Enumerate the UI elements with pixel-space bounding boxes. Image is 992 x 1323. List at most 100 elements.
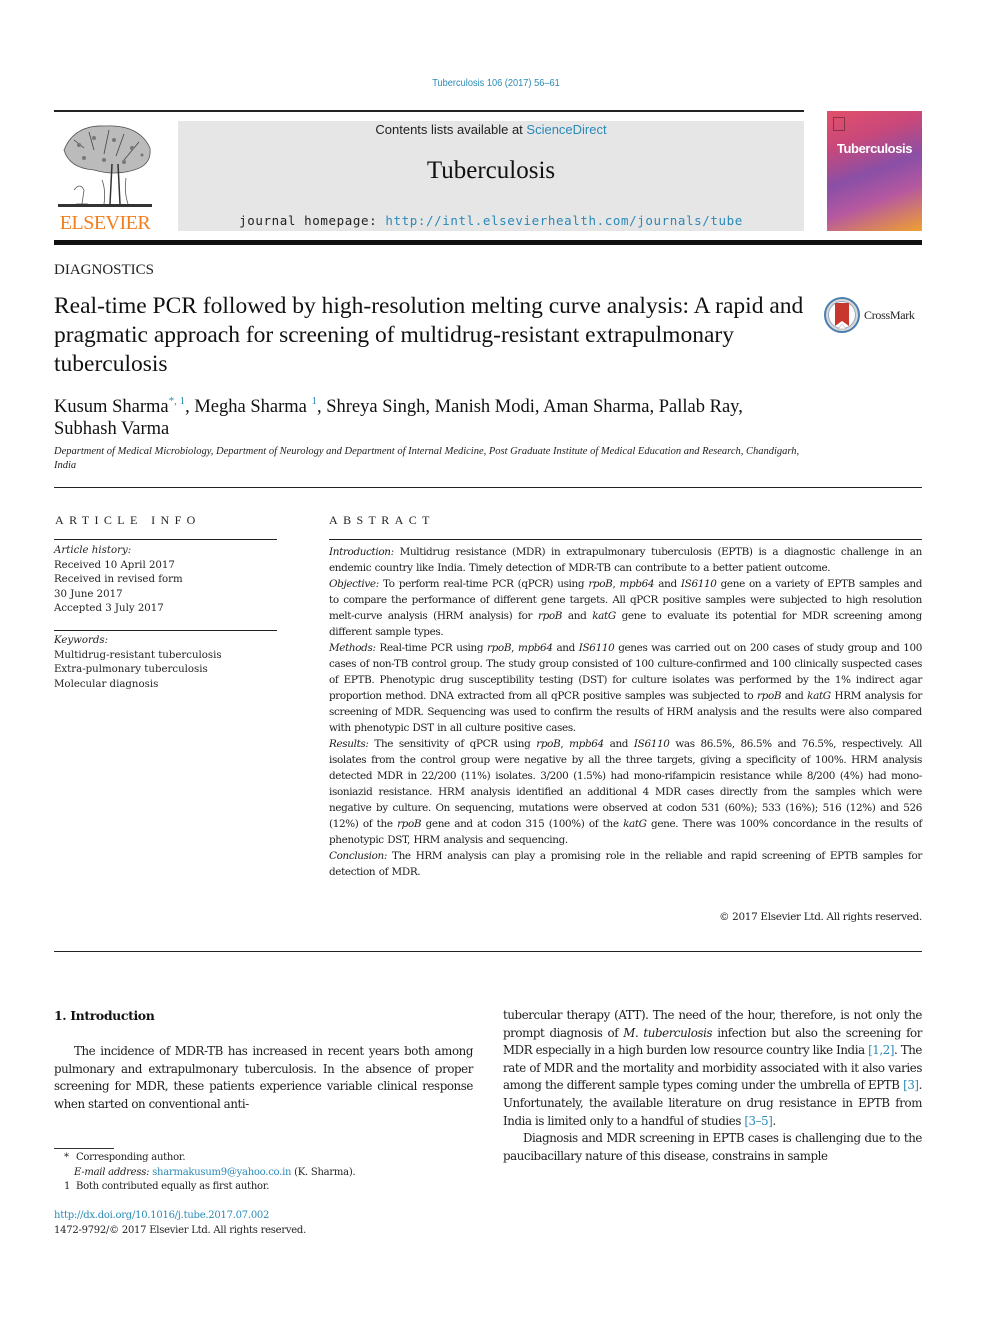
journal-name: Tuberculosis — [426, 157, 556, 184]
body-column-right: tubercular therapy (ATT). The need of th… — [503, 1007, 922, 1165]
elsevier-logo[interactable]: ELSEVIER — [54, 120, 156, 235]
author-name[interactable]: Shreya Singh — [326, 397, 425, 417]
crossmark-label: CrossMark — [864, 307, 915, 322]
footnote-email: E-mail address: sharmakusum9@yahoo.co.in… — [54, 1166, 474, 1181]
divider — [54, 487, 922, 489]
crossmark-button[interactable]: CrossMark — [824, 295, 924, 335]
section-label: DIAGNOSTICS — [54, 262, 155, 278]
author-marks[interactable]: *, 1 — [169, 395, 186, 407]
footnote-equal-contribution: 1 Both contributed equally as first autho… — [54, 1180, 474, 1195]
divider — [329, 539, 922, 540]
body-paragraph: The incidence of MDR-TB has increased in… — [54, 1044, 473, 1111]
journal-masthead: Contents lists available at ScienceDirec… — [178, 121, 804, 231]
email-owner: (K. Sharma). — [294, 1166, 356, 1178]
abstract-label: Introduction: — [329, 546, 394, 558]
journal-cover-image[interactable]: Tuberculosis — [827, 111, 922, 231]
citation-link[interactable]: [3–5] — [744, 1114, 773, 1128]
journal-citation-link[interactable]: Tuberculosis 106 (2017) 56–61 — [60, 77, 933, 89]
top-divider — [54, 110, 804, 112]
body-paragraph: Diagnosis and MDR screening in EPTB case… — [503, 1131, 922, 1163]
footnote-text: Both contributed equally as first author… — [76, 1181, 270, 1192]
gene-name: IS6110 — [680, 578, 717, 590]
article-info-heading: ARTICLE INFO — [55, 513, 201, 527]
cover-title: Tuberculosis — [836, 141, 913, 156]
crossmark-icon — [824, 297, 860, 333]
gene-name: rpoB — [397, 818, 422, 830]
abstract-label: Conclusion: — [329, 850, 387, 862]
abstract-section-results: Results: The sensitivity of qPCR using r… — [329, 736, 922, 848]
gene-name: katG — [807, 690, 831, 702]
gene-name: rpoB — [537, 610, 563, 622]
divider — [54, 539, 277, 540]
history-item: 30 June 2017 — [54, 588, 123, 600]
author-name[interactable]: Pallab Ray — [659, 397, 738, 417]
divider — [54, 630, 277, 631]
divider — [54, 951, 922, 953]
gene-name: katG — [623, 818, 647, 830]
species-name: M. tuberculosis — [623, 1025, 713, 1040]
abstract-section-conclusion: Conclusion: The HRM analysis can play a … — [329, 848, 922, 880]
doi-link[interactable]: http://dx.doi.org/10.1016/j.tube.2017.07… — [54, 1210, 269, 1221]
homepage-prefix: journal homepage: — [239, 213, 386, 228]
history-item: Received in revised form — [54, 574, 183, 585]
section-heading-introduction: 1. Introduction — [54, 1008, 155, 1023]
gene-name: rpoB — [757, 690, 782, 702]
history-item: Accepted 3 July 2017 — [54, 603, 164, 614]
gene-name: katG — [592, 610, 616, 622]
abstract-text: Real-time PCR using rpoB, mpb64 and IS61… — [329, 642, 923, 734]
article-title: Real-time PCR followed by high-resolutio… — [54, 293, 804, 377]
author-name[interactable]: Aman Sharma — [543, 397, 649, 417]
article-history: Article history: Received 10 April 2017 … — [54, 544, 279, 617]
abstract-text: The HRM analysis can play a promising ro… — [329, 850, 923, 878]
abstract-body: Introduction: Multidrug resistance (MDR)… — [329, 544, 922, 880]
keyword-item: Extra-pulmonary tuberculosis — [54, 664, 208, 675]
elsevier-tree-icon — [58, 125, 152, 207]
abstract-section-methods: Methods: Real-time PCR using rpoB, mpb64… — [329, 640, 922, 736]
author-name[interactable]: Subhash Varma — [54, 419, 169, 439]
cover-emblem-icon — [833, 117, 845, 131]
citation-link[interactable]: [3] — [903, 1078, 919, 1092]
footnotes: * Corresponding author. E-mail address: s… — [54, 1151, 474, 1195]
gene-name: rpoB — [487, 642, 512, 654]
issn-copyright: 1472-9792/© 2017 Elsevier Ltd. All right… — [54, 1225, 307, 1236]
gene-name: mpb64 — [517, 642, 553, 654]
history-label: Article history: — [54, 545, 132, 556]
contents-line: Contents lists available at ScienceDirec… — [178, 122, 804, 137]
sciencedirect-link[interactable]: ScienceDirect — [526, 122, 606, 137]
footnote-mark: * — [64, 1152, 69, 1163]
footnote-corresponding: * Corresponding author. — [54, 1151, 474, 1166]
author-list: Kusum Sharma*, 1, Megha Sharma 1, Shreya… — [54, 395, 743, 439]
email-label: E-mail address: — [74, 1166, 150, 1178]
history-item: Received 10 April 2017 — [54, 559, 175, 571]
gene-name: rpoB — [536, 738, 561, 750]
abstract-section-introduction: Introduction: Multidrug resistance (MDR)… — [329, 544, 922, 576]
abstract-section-objective: Objective: To perform real-time PCR (qPC… — [329, 576, 922, 640]
gene-name: IS6110 — [578, 642, 615, 654]
abstract-label: Results: — [329, 738, 369, 750]
elsevier-wordmark: ELSEVIER — [59, 212, 151, 234]
gene-name: rpoB — [588, 578, 613, 590]
keywords-label: Keywords: — [54, 635, 109, 646]
author-marks[interactable]: 1 — [311, 395, 317, 407]
author-name[interactable]: Megha Sharma — [194, 397, 307, 417]
author-affiliation: Department of Medical Microbiology, Depa… — [54, 446, 800, 471]
footnote-text: Corresponding author. — [76, 1152, 186, 1163]
abstract-label: Objective: — [329, 578, 379, 590]
header-thick-divider — [54, 240, 922, 245]
journal-homepage-link[interactable]: http://intl.elsevierhealth.com/journals/… — [385, 213, 743, 228]
contents-prefix: Contents lists available at — [375, 122, 527, 137]
citation-link[interactable]: [1,2] — [868, 1043, 894, 1057]
keyword-item: Multidrug-resistant tuberculosis — [54, 649, 222, 661]
abstract-text: The sensitivity of qPCR using rpoB, mpb6… — [329, 738, 923, 846]
gene-name: IS6110 — [633, 738, 670, 750]
footnote-divider — [54, 1148, 114, 1149]
abstract-label: Methods: — [329, 642, 376, 654]
keyword-item: Molecular diagnosis — [54, 678, 159, 690]
abstract-text: Multidrug resistance (MDR) in extrapulmo… — [329, 546, 922, 574]
abstract-heading: ABSTRACT — [329, 513, 435, 527]
author-name[interactable]: Manish Modi — [435, 397, 535, 417]
gene-name: mpb64 — [619, 578, 655, 590]
email-link[interactable]: sharmakusum9@yahoo.co.in — [152, 1167, 291, 1178]
homepage-line: journal homepage: http://intl.elsevierhe… — [178, 213, 804, 228]
author-name[interactable]: Kusum Sharma — [54, 397, 169, 417]
